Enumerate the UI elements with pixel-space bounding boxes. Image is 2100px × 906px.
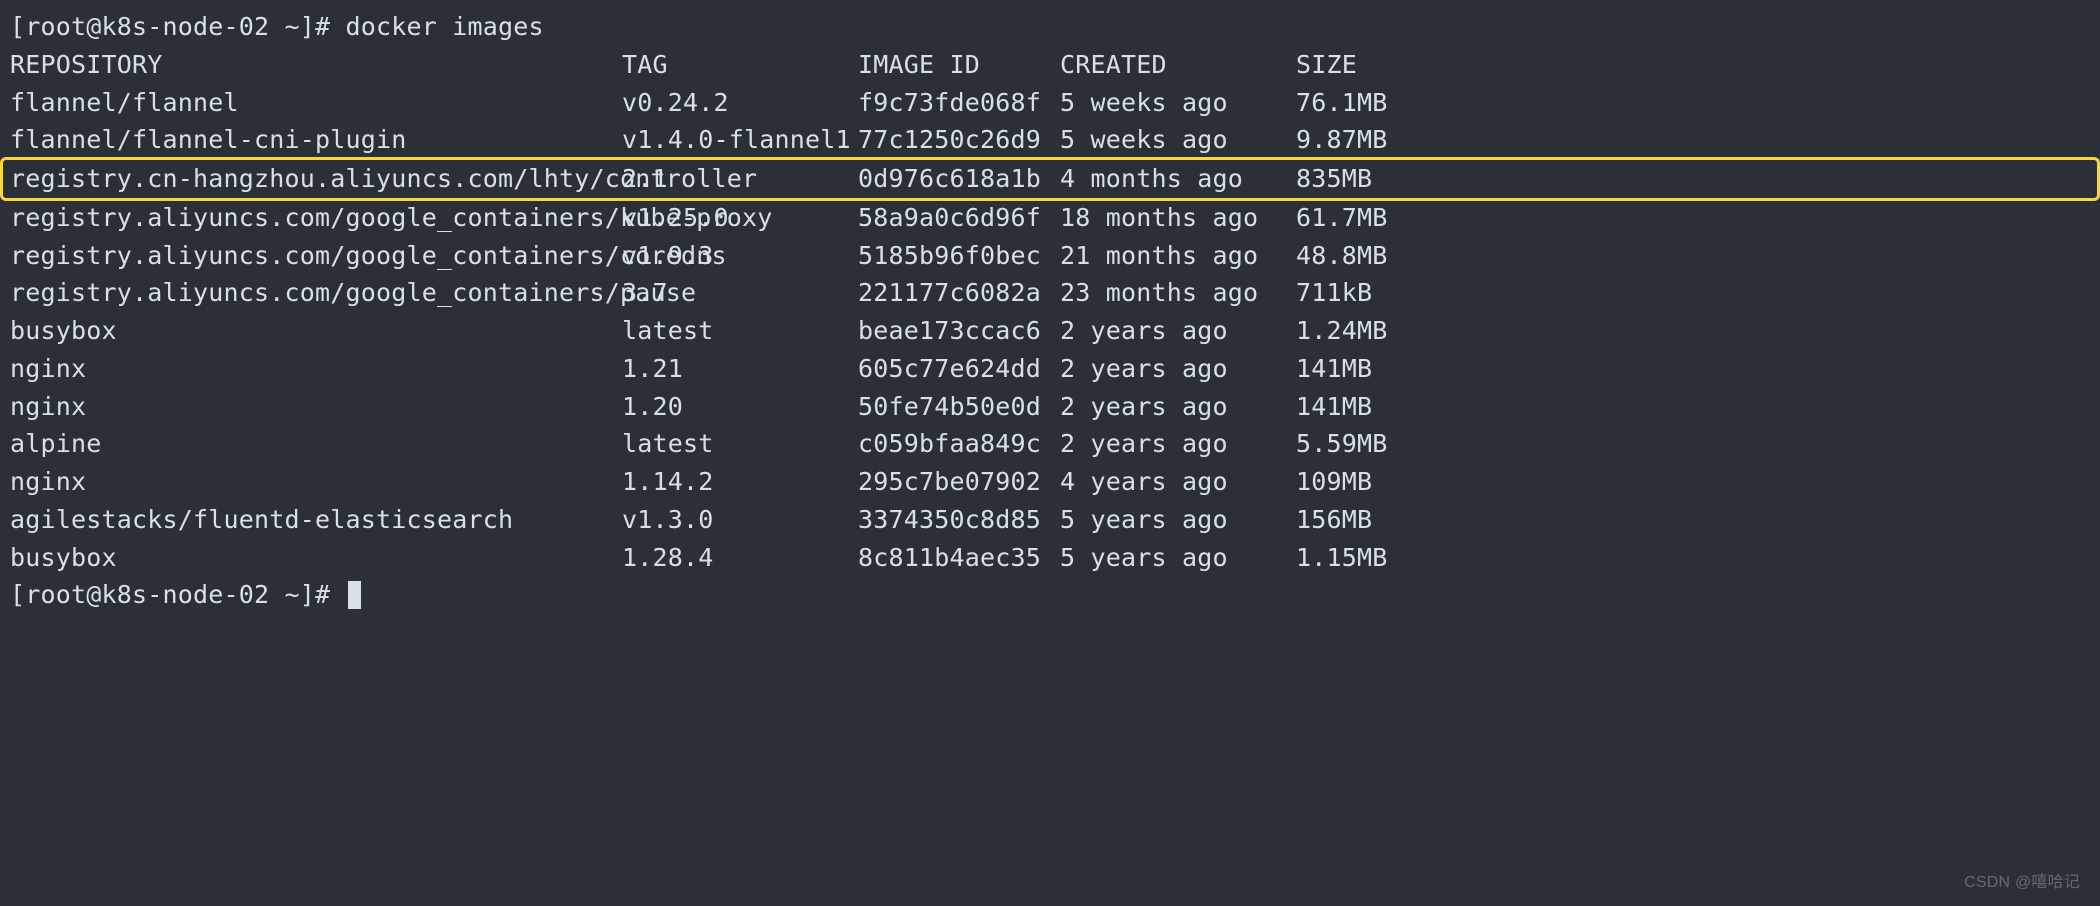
col-image-id: IMAGE ID bbox=[858, 48, 1060, 82]
cell-created: 5 years ago bbox=[1060, 503, 1296, 537]
cell-created: 21 months ago bbox=[1060, 239, 1296, 273]
cell-repository: nginx bbox=[10, 465, 622, 499]
cell-tag: v1.25.0 bbox=[622, 201, 858, 235]
cell-created: 2 years ago bbox=[1060, 314, 1296, 348]
shell-prompt: [root@k8s-node-02 ~]# bbox=[10, 12, 346, 41]
cell-repository: flannel/flannel bbox=[10, 86, 622, 120]
cell-size: 1.24MB bbox=[1296, 314, 1446, 348]
cell-created: 2 years ago bbox=[1060, 427, 1296, 461]
shell-prompt: [root@k8s-node-02 ~]# bbox=[10, 580, 346, 609]
cell-size: 9.87MB bbox=[1296, 123, 1446, 157]
cell-repository: agilestacks/fluentd-elasticsearch bbox=[10, 503, 622, 537]
table-row: agilestacks/fluentd-elasticsearch v1.3.0… bbox=[0, 501, 2100, 539]
table-row-highlighted: registry.cn-hangzhou.aliyuncs.com/lhty/c… bbox=[0, 157, 2100, 201]
table-row: registry.aliyuncs.com/google_containers/… bbox=[0, 237, 2100, 275]
cell-image-id: beae173ccac6 bbox=[858, 314, 1060, 348]
table-row: nginx 1.14.2 295c7be07902 4 years ago 10… bbox=[0, 463, 2100, 501]
cell-image-id: 8c811b4aec35 bbox=[858, 541, 1060, 575]
table-row: alpine latest c059bfaa849c 2 years ago 5… bbox=[0, 425, 2100, 463]
cell-repository: nginx bbox=[10, 390, 622, 424]
cell-repository: registry.cn-hangzhou.aliyuncs.com/lhty/c… bbox=[10, 162, 622, 196]
table-row: registry.aliyuncs.com/google_containers/… bbox=[0, 199, 2100, 237]
table-row: flannel/flannel v0.24.2 f9c73fde068f 5 w… bbox=[0, 84, 2100, 122]
col-repository: REPOSITORY bbox=[10, 48, 622, 82]
cell-created: 18 months ago bbox=[1060, 201, 1296, 235]
col-created: CREATED bbox=[1060, 48, 1296, 82]
cell-image-id: 3374350c8d85 bbox=[858, 503, 1060, 537]
cursor-icon bbox=[348, 581, 361, 609]
cell-tag: 1.28.4 bbox=[622, 541, 858, 575]
cell-tag: 1.20 bbox=[622, 390, 858, 424]
cell-repository: nginx bbox=[10, 352, 622, 386]
cell-tag: 3.7 bbox=[622, 276, 858, 310]
cell-image-id: 0d976c618a1b bbox=[858, 162, 1060, 196]
table-row: busybox 1.28.4 8c811b4aec35 5 years ago … bbox=[0, 539, 2100, 577]
cell-repository: registry.aliyuncs.com/google_containers/… bbox=[10, 276, 622, 310]
cell-tag: v0.24.2 bbox=[622, 86, 858, 120]
col-tag: TAG bbox=[622, 48, 858, 82]
cell-created: 5 weeks ago bbox=[1060, 86, 1296, 120]
cell-image-id: f9c73fde068f bbox=[858, 86, 1060, 120]
cell-size: 835MB bbox=[1296, 162, 1446, 196]
table-row: nginx 1.21 605c77e624dd 2 years ago 141M… bbox=[0, 350, 2100, 388]
cell-tag: latest bbox=[622, 427, 858, 461]
cell-created: 2 years ago bbox=[1060, 390, 1296, 424]
cell-size: 711kB bbox=[1296, 276, 1446, 310]
cell-image-id: c059bfaa849c bbox=[858, 427, 1060, 461]
cell-size: 109MB bbox=[1296, 465, 1446, 499]
cell-tag: v1.9.3 bbox=[622, 239, 858, 273]
cell-size: 1.15MB bbox=[1296, 541, 1446, 575]
typed-command: docker images bbox=[346, 12, 544, 41]
terminal[interactable]: [root@k8s-node-02 ~]# docker images REPO… bbox=[0, 0, 2100, 614]
cell-repository: registry.aliyuncs.com/google_containers/… bbox=[10, 201, 622, 235]
cell-tag: latest bbox=[622, 314, 858, 348]
cell-image-id: 295c7be07902 bbox=[858, 465, 1060, 499]
cell-created: 5 weeks ago bbox=[1060, 123, 1296, 157]
table-row: flannel/flannel-cni-plugin v1.4.0-flanne… bbox=[0, 121, 2100, 159]
cell-size: 156MB bbox=[1296, 503, 1446, 537]
cell-size: 141MB bbox=[1296, 352, 1446, 386]
cell-image-id: 221177c6082a bbox=[858, 276, 1060, 310]
cell-tag: 1.21 bbox=[622, 352, 858, 386]
cell-image-id: 77c1250c26d9 bbox=[858, 123, 1060, 157]
cell-repository: busybox bbox=[10, 314, 622, 348]
cell-image-id: 605c77e624dd bbox=[858, 352, 1060, 386]
cell-tag: v1.4.0-flannel1 bbox=[622, 123, 858, 157]
cell-created: 5 years ago bbox=[1060, 541, 1296, 575]
col-size: SIZE bbox=[1296, 48, 1446, 82]
cell-image-id: 5185b96f0bec bbox=[858, 239, 1060, 273]
cell-repository: busybox bbox=[10, 541, 622, 575]
table-row: registry.aliyuncs.com/google_containers/… bbox=[0, 274, 2100, 312]
cell-size: 61.7MB bbox=[1296, 201, 1446, 235]
cell-size: 48.8MB bbox=[1296, 239, 1446, 273]
cell-image-id: 50fe74b50e0d bbox=[858, 390, 1060, 424]
cell-created: 4 months ago bbox=[1060, 162, 1296, 196]
table-row: nginx 1.20 50fe74b50e0d 2 years ago 141M… bbox=[0, 388, 2100, 426]
cell-size: 5.59MB bbox=[1296, 427, 1446, 461]
cell-created: 23 months ago bbox=[1060, 276, 1296, 310]
table-header: REPOSITORY TAG IMAGE ID CREATED SIZE bbox=[0, 46, 2100, 84]
command-line-empty[interactable]: [root@k8s-node-02 ~]# bbox=[0, 576, 2100, 614]
cell-tag: v1.3.0 bbox=[622, 503, 858, 537]
cell-size: 76.1MB bbox=[1296, 86, 1446, 120]
watermark: CSDN @嘻哈记 bbox=[1964, 868, 2080, 892]
command-line: [root@k8s-node-02 ~]# docker images bbox=[0, 8, 2100, 46]
cell-tag: 2.1 bbox=[622, 162, 858, 196]
cell-tag: 1.14.2 bbox=[622, 465, 858, 499]
cell-repository: registry.aliyuncs.com/google_containers/… bbox=[10, 239, 622, 273]
cell-repository: flannel/flannel-cni-plugin bbox=[10, 123, 622, 157]
cell-created: 2 years ago bbox=[1060, 352, 1296, 386]
cell-size: 141MB bbox=[1296, 390, 1446, 424]
cell-repository: alpine bbox=[10, 427, 622, 461]
cell-created: 4 years ago bbox=[1060, 465, 1296, 499]
cell-image-id: 58a9a0c6d96f bbox=[858, 201, 1060, 235]
table-row: busybox latest beae173ccac6 2 years ago … bbox=[0, 312, 2100, 350]
